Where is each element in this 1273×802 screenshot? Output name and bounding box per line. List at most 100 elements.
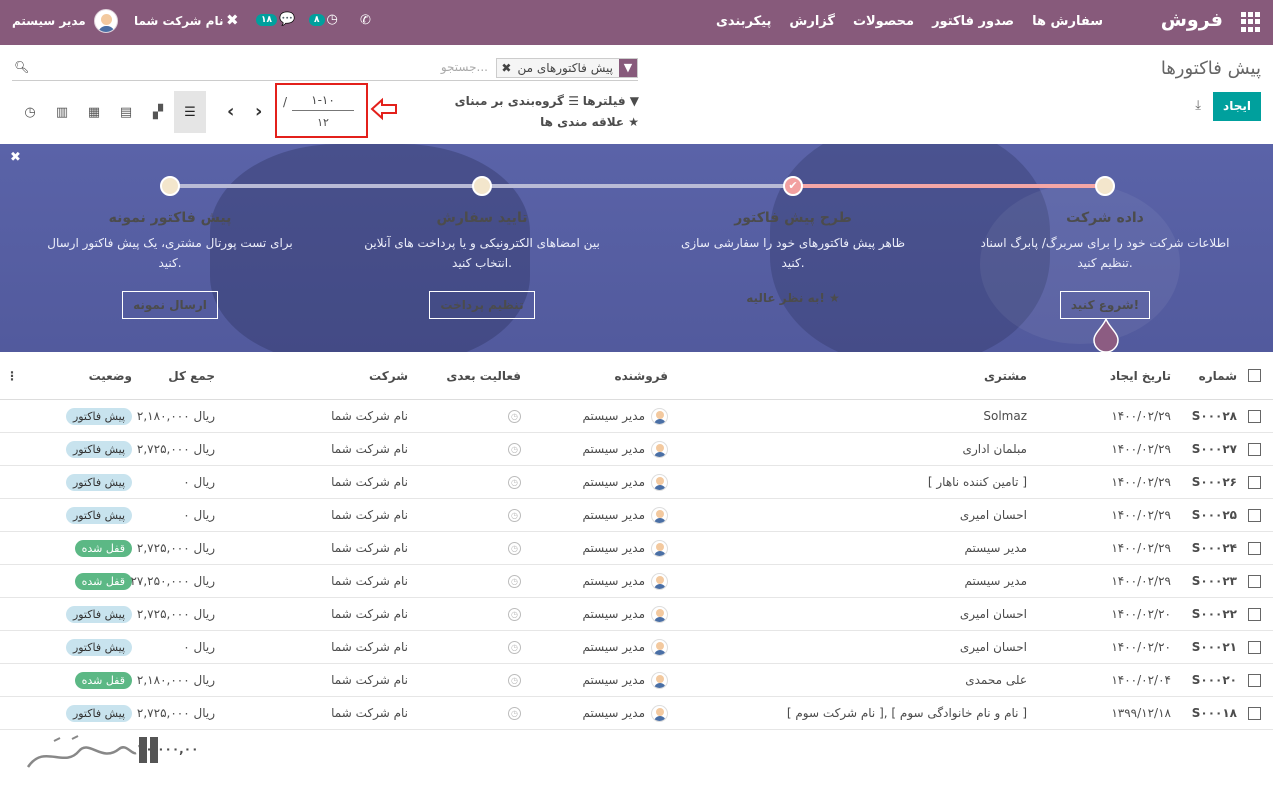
header-customer[interactable]: مشتری (984, 352, 1027, 399)
header-total[interactable]: جمع کل (168, 352, 215, 399)
row-checkbox[interactable] (1248, 442, 1261, 456)
cell-company: نام شرکت شما (331, 409, 408, 423)
cell-customer: احسان امیری (959, 508, 1027, 522)
row-checkbox[interactable] (1248, 640, 1261, 654)
table-row[interactable]: S۰۰۰۲۷ ۱۴۰۰/۰۲/۲۹ مبلمان اداری مدیر سیستم ◷ ن… (0, 433, 1273, 466)
cell-activity: ◷ (508, 697, 521, 729)
menu-invoicing[interactable]: صدور فاکتور (932, 14, 1014, 29)
banner-close-icon[interactable]: ✖ (10, 150, 21, 165)
cell-salesperson: مدیر سیستم (583, 499, 668, 531)
list-view-icon[interactable]: ☰ (174, 91, 206, 133)
app-brand[interactable]: فروش (1161, 9, 1223, 31)
search-bar[interactable]: 🔍︎ جستجو... ✖ پیش فاکتورهای من ▼ (12, 56, 638, 81)
table-row[interactable]: S۰۰۰۲۶ ۱۴۰۰/۰۲/۲۹ [ تامین کننده ناهار ] مدی… (0, 466, 1273, 499)
cell-date: ۱۴۰۰/۰۲/۲۹ (1111, 508, 1171, 522)
row-checkbox[interactable] (1248, 706, 1261, 720)
row-checkbox[interactable] (1248, 541, 1261, 555)
user-menu[interactable]: مدیر سیستم (12, 9, 118, 33)
table-row[interactable]: S۰۰۰۱۸ ۱۳۹۹/۱۲/۱۸ [ نام شرکت سوم ], [ نام … (0, 697, 1273, 730)
select-all-checkbox[interactable] (1248, 369, 1261, 382)
activity-clock-icon[interactable]: ◷ (508, 442, 521, 456)
step-company-data: داده شرکت اطلاعات شرکت خود را برای سربرگ… (980, 210, 1230, 319)
table-row[interactable]: S۰۰۰۲۲ ۱۴۰۰/۰۲/۲۰ احسان امیری مدیر سیستم ◷ نا… (0, 598, 1273, 631)
activity-clock-icon[interactable]: ◷ (508, 409, 521, 423)
table-row[interactable]: S۰۰۰۲۳ ۱۴۰۰/۰۲/۲۹ مدیر سیستم مدیر سیستم ◷ نام… (0, 565, 1273, 598)
row-checkbox[interactable] (1248, 574, 1261, 588)
favorites-dropdown[interactable]: علاقه مندی ها ★ (540, 115, 639, 129)
activity-clock-icon[interactable]: ◷ (508, 475, 521, 489)
graph-view-icon[interactable]: ▥ (46, 91, 78, 133)
download-icon[interactable]: ⤓ (1195, 98, 1201, 113)
row-checkbox[interactable] (1248, 607, 1261, 621)
table-row[interactable]: S۰۰۰۲۱ ۱۴۰۰/۰۲/۲۰ احسان امیری مدیر سیستم ◷ نا… (0, 631, 1273, 664)
menu-products[interactable]: محصولات (853, 14, 914, 29)
cell-number: S۰۰۰۱۸ (1191, 706, 1237, 720)
cell-date: ۱۴۰۰/۰۲/۲۰ (1111, 607, 1171, 621)
activity-clock-icon[interactable]: ◷ (508, 673, 521, 687)
activity-view-icon[interactable]: ◷ (14, 91, 46, 133)
activity-clock-icon[interactable]: ◷ (508, 640, 521, 654)
header-state[interactable]: وضعیت (89, 352, 132, 399)
filters-dropdown[interactable]: فیلترها ▼ (583, 94, 639, 108)
table-row[interactable]: S۰۰۰۲۴ ۱۴۰۰/۰۲/۲۹ مدیر سیستم مدیر سیستم ◷ نام… (0, 532, 1273, 565)
salesperson-name: مدیر سیستم (582, 706, 646, 720)
activity-clock-icon[interactable]: ◷ (508, 607, 521, 621)
groupby-dropdown[interactable]: گروه‌بندی بر مبنای ☰ (455, 94, 579, 108)
pager-value-input[interactable]: ۱-۱۰ (292, 93, 354, 111)
search-icon[interactable]: 🔍︎ (14, 60, 29, 74)
facet-remove-icon[interactable]: ✖ (497, 61, 511, 75)
cell-state: پیش فاکتور (65, 499, 132, 531)
header-salesperson[interactable]: فروشنده (615, 352, 669, 399)
menu-configuration[interactable]: پیکربندی (716, 14, 771, 29)
cell-activity: ◷ (508, 565, 521, 597)
activity-clock-icon[interactable]: ◷ (508, 541, 521, 555)
salesperson-name: مدیر سیستم (582, 442, 646, 456)
avatar (651, 473, 668, 491)
table-row[interactable]: S۰۰۰۲۵ ۱۴۰۰/۰۲/۲۹ احسان امیری مدیر سیستم ◷ نا… (0, 499, 1273, 532)
create-button[interactable]: ایجاد (1213, 92, 1261, 121)
setup-payment-button[interactable]: تنظیم پرداخت (429, 291, 535, 319)
messaging-menu[interactable]: ۱۸ 💬 (256, 12, 295, 27)
activity-clock-icon[interactable]: ◷ (508, 574, 521, 588)
cell-number: S۰۰۰۲۸ (1191, 409, 1237, 423)
menu-orders[interactable]: سفارش ها (1032, 14, 1103, 29)
cell-activity: ◷ (508, 466, 521, 498)
avatar (651, 407, 668, 425)
activity-clock-icon[interactable]: ◷ (508, 508, 521, 522)
header-company[interactable]: شرکت (369, 352, 408, 399)
activity-clock-icon[interactable]: ◷ (508, 706, 521, 720)
pager-next-icon[interactable]: › (255, 101, 262, 122)
cell-number: S۰۰۰۲۲ (1191, 607, 1237, 621)
activity-menu[interactable]: ۸ ◷ (309, 12, 338, 27)
table-row[interactable]: S۰۰۰۲۰ ۱۴۰۰/۰۲/۰۴ علی محمدی مدیر سیستم ◷ نام … (0, 664, 1273, 697)
cell-number: S۰۰۰۲۰ (1191, 673, 1237, 687)
pager-previous-icon[interactable]: ‹ (227, 101, 234, 122)
row-checkbox[interactable] (1248, 475, 1261, 489)
pivot-view-icon[interactable]: ▦ (78, 91, 110, 133)
optional-columns-icon[interactable]: ⋮ (6, 352, 18, 399)
company-switcher[interactable]: نام شرکت شما (134, 14, 223, 28)
calendar-view-icon[interactable]: ▤ (110, 91, 142, 133)
step-done-label: به نظر عالیه! ★ (668, 291, 918, 305)
row-checkbox[interactable] (1248, 508, 1261, 522)
kanban-view-icon[interactable]: ▞ (142, 91, 174, 133)
cell-salesperson: مدیر سیستم (583, 400, 668, 432)
table-row[interactable]: S۰۰۰۲۸ ۱۴۰۰/۰۲/۲۹ Solmaz مدیر سیستم ◷ نام شرک… (0, 400, 1273, 433)
header-number[interactable]: شماره (1199, 352, 1237, 399)
send-sample-button[interactable]: ارسال نمونه (122, 291, 218, 319)
row-checkbox[interactable] (1248, 673, 1261, 687)
menu-reporting[interactable]: گزارش (789, 14, 835, 29)
header-date[interactable]: تاریخ ایجاد (1110, 352, 1171, 399)
cell-date: ۱۴۰۰/۰۲/۲۰ (1111, 640, 1171, 654)
step-sample-quote: پیش فاکتور نمونه برای تست پورتال مشتری، … (45, 210, 295, 319)
phone-icon[interactable]: ✆ (360, 13, 371, 28)
debug-tools-icon[interactable]: ✖ (226, 11, 239, 29)
search-input[interactable]: جستجو... (441, 60, 488, 74)
star-icon: ★ (628, 115, 639, 129)
avatar (651, 638, 668, 656)
header-activity[interactable]: فعالیت بعدی (446, 352, 521, 399)
apps-menu-icon[interactable] (1241, 12, 1261, 32)
row-checkbox[interactable] (1248, 409, 1261, 423)
start-button[interactable]: شروع کنید! (1059, 291, 1151, 319)
cell-number: S۰۰۰۲۱ (1191, 640, 1237, 654)
